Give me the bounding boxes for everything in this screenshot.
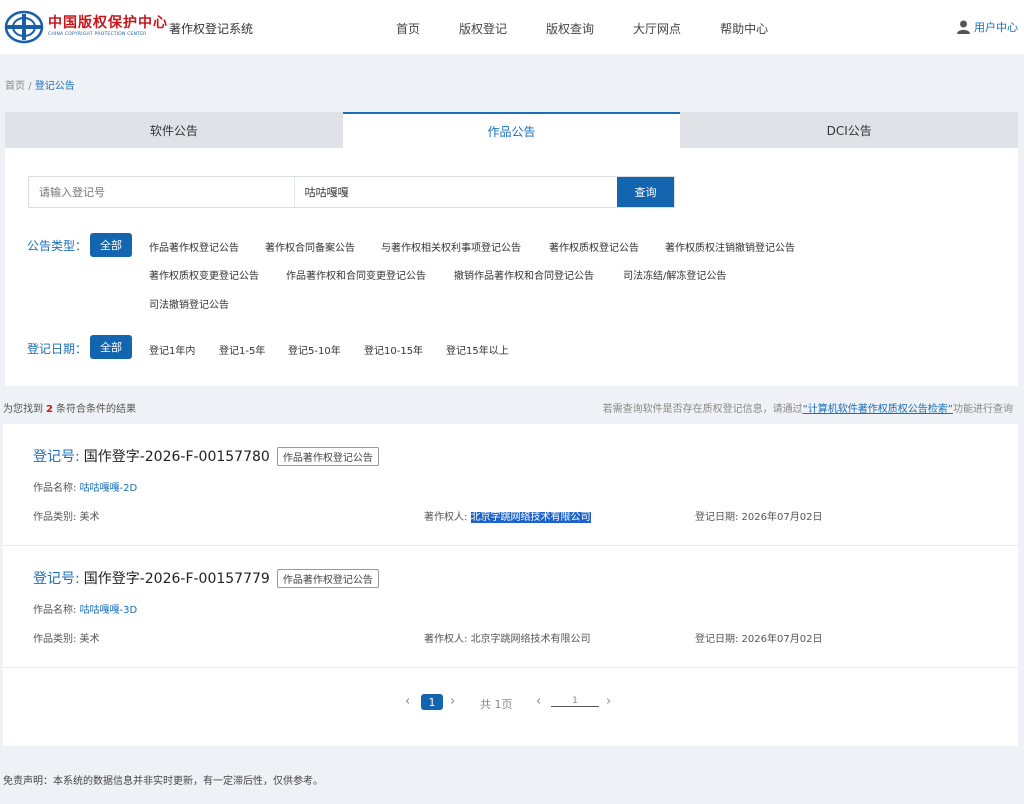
result-list: 登记号: 国作登字-2026-F-00157780 作品著作权登记公告 作品名称… [3, 424, 1018, 746]
prev-page-icon[interactable]: ‹ [405, 694, 410, 709]
announcement-type-label: 公告类型： [27, 239, 88, 253]
nav-service-halls[interactable]: 大厅网点 [633, 20, 681, 37]
nav-copyright-query[interactable]: 版权查询 [546, 20, 594, 37]
pledge-query-link[interactable]: “计算机软件著作权质权公告检索” [803, 404, 953, 415]
announcement-type-all-button[interactable]: 全部 [90, 233, 132, 257]
registration-date: 登记日期: 2026年07月02日 [695, 512, 823, 523]
list-item: 登记号: 国作登字-2026-F-00157780 作品著作权登记公告 作品名称… [3, 424, 1018, 546]
registration-date-label: 登记日期： [27, 342, 88, 356]
date-option[interactable]: 登记5-10年 [288, 342, 341, 357]
pagination: ‹ 1 › 共 1页 ‹ 1 › [3, 690, 1018, 714]
work-name-link[interactable]: 咕咕嘎嘎-2D [80, 483, 138, 494]
type-option[interactable]: 作品著作权和合同变更登记公告 [286, 267, 426, 282]
work-name-link[interactable]: 咕咕嘎嘎-3D [80, 605, 138, 616]
nav-help-center[interactable]: 帮助中心 [720, 20, 768, 37]
work-name-label: 作品名称: [33, 483, 77, 494]
date-option[interactable]: 登记10-15年 [364, 342, 423, 357]
type-option[interactable]: 作品著作权登记公告 [149, 239, 239, 254]
registration-date: 登记日期: 2026年07月02日 [695, 634, 823, 645]
registration-number-input[interactable] [29, 177, 295, 207]
owner-name: 北京字跳网络技术有限公司 [470, 634, 591, 645]
breadcrumb-home[interactable]: 首页 [5, 81, 25, 92]
main-nav: 首页 版权登记 版权查询 大厅网点 帮助中心 [396, 20, 807, 37]
tab-works[interactable]: 作品公告 [342, 112, 681, 148]
announcement-type-tag: 作品著作权登记公告 [276, 568, 379, 588]
registration-number[interactable]: 国作登字-2026-F-00157780 [84, 446, 270, 466]
registration-number[interactable]: 国作登字-2026-F-00157779 [84, 568, 270, 588]
work-name-input[interactable] [294, 177, 618, 207]
copyright-center-logo-icon [4, 10, 44, 44]
type-option[interactable]: 著作权质权变更登记公告 [149, 267, 259, 282]
result-prefix: 为您找到 [3, 404, 43, 415]
owner-label: 著作权人: [424, 512, 468, 523]
user-icon [957, 20, 970, 34]
logo-english-name: CHINA COPYRIGHT PROTECTION CENTER [48, 32, 147, 38]
work-category: 作品类别: 美术 [33, 512, 100, 523]
current-page-button[interactable]: 1 [421, 694, 443, 710]
copyright-owner: 著作权人: 北京字跳网络技术有限公司 [424, 508, 591, 523]
list-item: 登记号: 国作登字-2026-F-00157779 作品著作权登记公告 作品名称… [3, 546, 1018, 668]
announcement-type-tag: 作品著作权登记公告 [276, 446, 379, 466]
breadcrumb-separator: / [28, 81, 32, 92]
result-suffix: 条符合条件的结果 [55, 404, 136, 415]
type-option[interactable]: 著作权质权登记公告 [549, 239, 639, 254]
tab-dci[interactable]: DCI公告 [680, 112, 1019, 148]
next-page-icon[interactable]: › [450, 694, 455, 709]
owner-label: 著作权人: [424, 634, 468, 645]
system-name: 著作权登记系统 [169, 22, 254, 36]
registration-number-label: 登记号: [33, 449, 80, 465]
user-center-label: 用户中心 [974, 21, 1018, 34]
type-option[interactable]: 撤销作品著作权和合同登记公告 [454, 267, 594, 282]
owner-name-selected: 北京字跳网络技术有限公司 [470, 512, 591, 523]
announcement-tabs: 软件公告 作品公告 DCI公告 [5, 112, 1019, 148]
result-count: 2 [46, 404, 53, 415]
search-panel: 软件公告 作品公告 DCI公告 查询 公告类型： 全部 作品著作权登记公告 著作… [5, 112, 1019, 386]
breadcrumb: 首页 / 登记公告 [5, 77, 75, 92]
tab-software[interactable]: 软件公告 [5, 112, 343, 148]
top-header: 中国版权保护中心 CHINA COPYRIGHT PROTECTION CENT… [0, 0, 1024, 54]
jump-next-icon[interactable]: › [606, 694, 611, 709]
search-bar: 查询 [28, 176, 675, 208]
copyright-owner: 著作权人: 北京字跳网络技术有限公司 [424, 630, 591, 645]
logo-chinese-name: 中国版权保护中心 [48, 15, 168, 32]
type-option[interactable]: 与著作权相关权利事项登记公告 [381, 239, 521, 254]
total-pages: 共 1页 [480, 698, 513, 711]
type-option[interactable]: 司法撤销登记公告 [149, 296, 229, 311]
search-button[interactable]: 查询 [617, 177, 674, 207]
result-summary: 为您找到 2 条符合条件的结果 若需查询软件是否存在质权登记信息，请通过“计算机软件… [3, 400, 1013, 415]
hint-text-end: 功能进行查询 [953, 404, 1013, 415]
breadcrumb-current: 登记公告 [34, 81, 75, 92]
user-center-link[interactable]: 用户中心 [957, 19, 1018, 35]
work-category: 作品类别: 美术 [33, 634, 100, 645]
registration-number-label: 登记号: [33, 571, 80, 587]
type-option[interactable]: 著作权质权注销撤销登记公告 [665, 239, 795, 254]
type-option[interactable]: 司法冻结/解冻登记公告 [623, 267, 726, 282]
page-jump-input[interactable]: 1 [551, 696, 599, 707]
registration-date-all-button[interactable]: 全部 [90, 335, 132, 359]
pledge-query-hint: 若需查询软件是否存在质权登记信息，请通过“计算机软件著作权质权公告检索”功能进行… [603, 400, 1013, 415]
logo[interactable]: 中国版权保护中心 CHINA COPYRIGHT PROTECTION CENT… [4, 10, 168, 44]
work-name-label: 作品名称: [33, 605, 77, 616]
type-option[interactable]: 著作权合同备案公告 [265, 239, 355, 254]
nav-copyright-registration[interactable]: 版权登记 [459, 20, 507, 37]
nav-home[interactable]: 首页 [396, 20, 420, 37]
hint-text: 若需查询软件是否存在质权登记信息，请通过 [602, 404, 803, 415]
jump-prev-icon[interactable]: ‹ [536, 694, 541, 709]
date-option[interactable]: 登记1-5年 [219, 342, 265, 357]
date-option[interactable]: 登记1年内 [149, 342, 195, 357]
date-option[interactable]: 登记15年以上 [446, 342, 509, 357]
disclaimer: 免责声明：本系统的数据信息并非实时更新，有一定滞后性，仅供参考。 [3, 776, 323, 787]
